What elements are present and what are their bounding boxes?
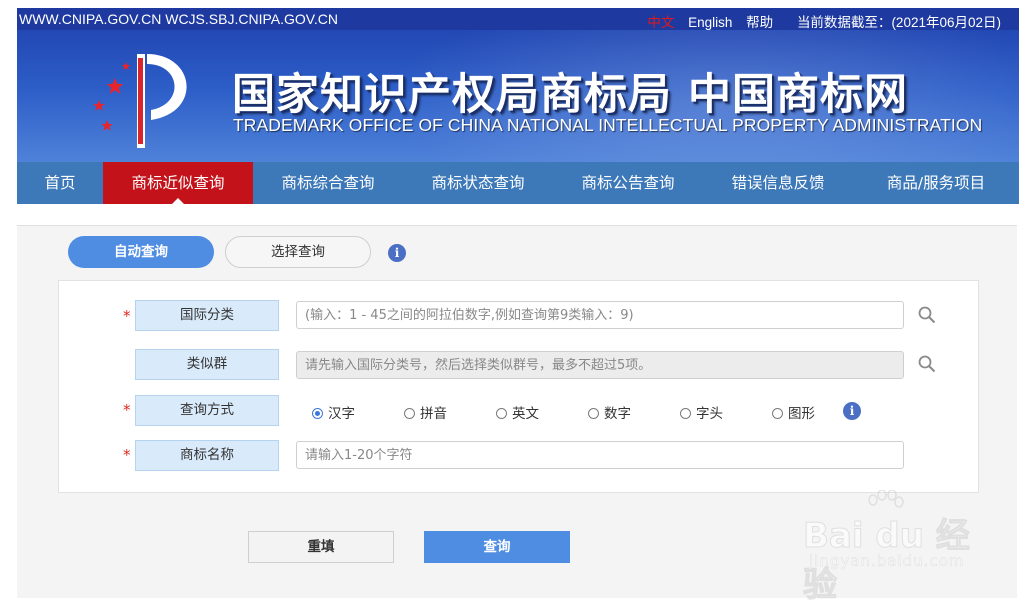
nav-similar-search[interactable]: 商标近似查询 <box>103 162 253 204</box>
site-urls: WWW.CNIPA.GOV.CN WCJS.SBJ.CNIPA.GOV.CN <box>19 11 338 27</box>
search-icon[interactable] <box>918 355 936 373</box>
search-icon[interactable] <box>918 306 936 324</box>
watermark-url: jingyan.baidu.com <box>809 552 965 571</box>
nav-status-search[interactable]: 商标状态查询 <box>403 162 553 204</box>
nav-announcement-search[interactable]: 商标公告查询 <box>553 162 703 204</box>
radio-icon[interactable] <box>588 408 599 419</box>
info-icon[interactable]: i <box>843 402 861 420</box>
main-nav: 首页 商标近似查询 商标综合查询 商标状态查询 商标公告查询 错误信息反馈 商品… <box>17 162 1019 204</box>
help-link[interactable]: 帮助 <box>746 15 773 30</box>
cnipa-logo-icon <box>93 54 187 148</box>
similar-group-input[interactable] <box>296 351 904 379</box>
similar-group-label: 类似群 <box>135 349 279 380</box>
required-mark: * <box>123 446 131 464</box>
trademark-name-label: 商标名称 <box>135 440 279 471</box>
search-form: * 国际分类 类似群 * 查询方式 汉字 拼音 英文 数字 字头 图形 i * … <box>58 280 979 493</box>
site-title-en: TRADEMARK OFFICE OF CHINA NATIONAL INTEL… <box>233 115 983 135</box>
radio-pinyin[interactable]: 拼音 <box>404 404 447 424</box>
radio-selected-icon[interactable] <box>312 408 323 419</box>
top-bar: WWW.CNIPA.GOV.CN WCJS.SBJ.CNIPA.GOV.CN 中… <box>17 8 1019 30</box>
radio-icon[interactable] <box>404 408 415 419</box>
site-title-cn: 国家知识产权局商标局 中国商标网 <box>232 70 908 120</box>
nav-goods-services[interactable]: 商品/服务项目 <box>853 162 1019 204</box>
top-bar-right: 中文 English 帮助 当前数据截至：(2021年06月02日) <box>637 11 1001 31</box>
intl-class-input[interactable] <box>296 301 904 329</box>
nav-home[interactable]: 首页 <box>17 162 103 204</box>
baidu-watermark: Bai du 经验 jingyan.baidu.com <box>803 490 1003 606</box>
tab-auto-search[interactable]: 自动查询 <box>68 236 214 268</box>
required-mark: * <box>123 307 131 325</box>
nav-comprehensive-search[interactable]: 商标综合查询 <box>253 162 403 204</box>
radio-hanzi[interactable]: 汉字 <box>312 404 355 424</box>
required-mark: * <box>123 401 131 419</box>
reset-button[interactable]: 重填 <box>248 531 394 563</box>
data-date: (2021年06月02日) <box>891 15 1001 30</box>
radio-icon[interactable] <box>772 408 783 419</box>
radio-graphic[interactable]: 图形 <box>772 404 815 424</box>
radio-english[interactable]: 英文 <box>496 404 539 424</box>
radio-icon[interactable] <box>496 408 507 419</box>
lang-chinese-link[interactable]: 中文 <box>647 15 674 30</box>
header-banner: 国家知识产权局商标局 中国商标网 TRADEMARK OFFICE OF CHI… <box>17 30 1019 162</box>
radio-icon[interactable] <box>680 408 691 419</box>
tab-select-search[interactable]: 选择查询 <box>225 236 371 268</box>
info-icon[interactable]: i <box>388 244 406 262</box>
data-date-label: 当前数据截至： <box>796 15 892 30</box>
radio-number[interactable]: 数字 <box>588 404 631 424</box>
intl-class-label: 国际分类 <box>135 300 279 331</box>
search-button[interactable]: 查询 <box>424 531 570 563</box>
radio-initials[interactable]: 字头 <box>680 404 723 424</box>
query-method-label: 查询方式 <box>135 395 279 426</box>
nav-error-feedback[interactable]: 错误信息反馈 <box>703 162 853 204</box>
trademark-name-input[interactable] <box>296 441 904 469</box>
lang-english-link[interactable]: English <box>688 15 732 30</box>
